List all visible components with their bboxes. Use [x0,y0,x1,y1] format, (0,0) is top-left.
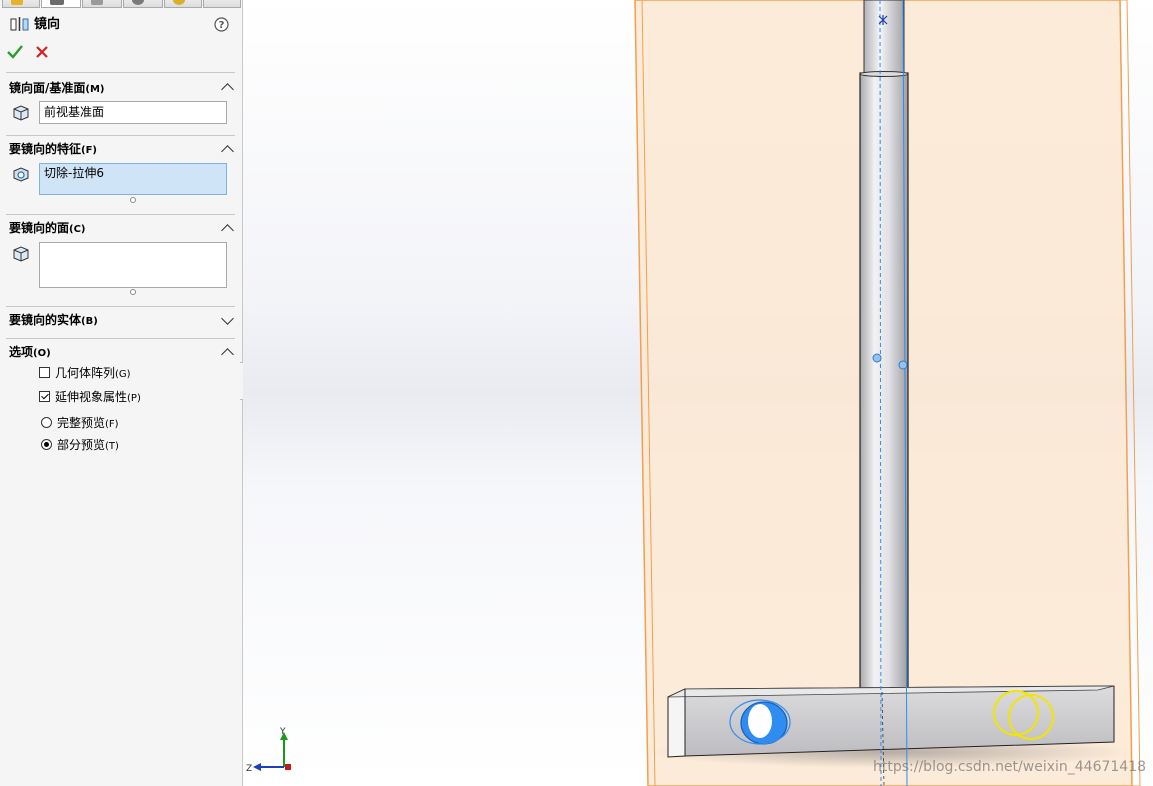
graphics-viewport[interactable]: Y Z https://blog.csdn.net/weixin_4467141… [243,0,1153,786]
checkbox-label[interactable]: 几何体阵列(G) [55,366,131,382]
chevron-up-icon[interactable] [221,145,234,158]
mirror-plane-field[interactable] [39,101,227,124]
property-manager-panel: 镜向 ? 镜向面/基准面(M) 要镜向的特征(F) [0,0,243,786]
upper-shaft[interactable] [863,0,905,76]
triad-z-label: Z [246,764,252,774]
radio-label[interactable]: 部分预览(T) [57,438,119,454]
watermark: https://blog.csdn.net/weixin_44671418 [873,759,1147,775]
tab-configuration-manager[interactable] [82,0,122,8]
section-title[interactable]: 要镜向的特征(F) [9,142,97,158]
tab-property-manager[interactable] [41,0,81,8]
triad-y-label: Y [279,727,286,737]
plane-icon [13,105,29,121]
chevron-up-icon[interactable] [221,224,234,237]
model-canvas[interactable] [243,0,1153,786]
chevron-up-icon[interactable] [221,348,234,361]
mirror-plane-input[interactable] [44,104,224,118]
propagate-visual-checkbox[interactable] [39,391,50,402]
tab-display-manager[interactable] [164,0,202,8]
full-preview-radio[interactable] [41,417,52,428]
tab-dimxpert-manager[interactable] [123,0,163,8]
radio-label[interactable]: 完整预览(F) [57,416,119,432]
face-icon [13,246,29,262]
section-title[interactable]: 要镜向的面(C) [9,221,86,237]
section-title[interactable]: 要镜向的实体(B) [9,313,98,329]
geometry-pattern-checkbox[interactable] [39,367,50,378]
features-list[interactable]: 切除-拉伸6 [39,163,227,195]
faces-list[interactable] [39,242,227,288]
chevron-down-icon[interactable] [221,312,234,325]
mirror-feature-icon [10,17,29,31]
sketch-point[interactable] [872,353,882,363]
ok-button[interactable] [7,45,23,59]
partial-preview-radio[interactable] [41,439,52,450]
feature-title: 镜向 [34,17,61,32]
resize-handle[interactable] [130,289,136,295]
question-mark-icon[interactable]: ? [214,17,229,32]
divider [6,306,235,307]
sketch-point[interactable] [898,360,908,370]
cancel-button[interactable] [36,46,48,58]
svg-text:?: ? [219,20,225,31]
view-triad: Y Z [246,727,291,774]
divider [6,338,235,339]
divider [6,135,235,136]
divider [6,214,235,215]
section-title[interactable]: 镜向面/基准面(M) [9,81,104,97]
list-item[interactable]: 切除-拉伸6 [44,166,104,180]
features-icon [13,167,29,182]
resize-handle[interactable] [130,197,136,203]
tab-feature-manager[interactable] [2,0,40,8]
divider [6,72,235,73]
manager-tabs [0,0,242,8]
tab-more[interactable] [203,0,241,8]
section-title[interactable]: 选项(O) [9,345,51,361]
chevron-up-icon[interactable] [221,83,234,96]
checkbox-label[interactable]: 延伸视象属性(P) [55,390,141,406]
